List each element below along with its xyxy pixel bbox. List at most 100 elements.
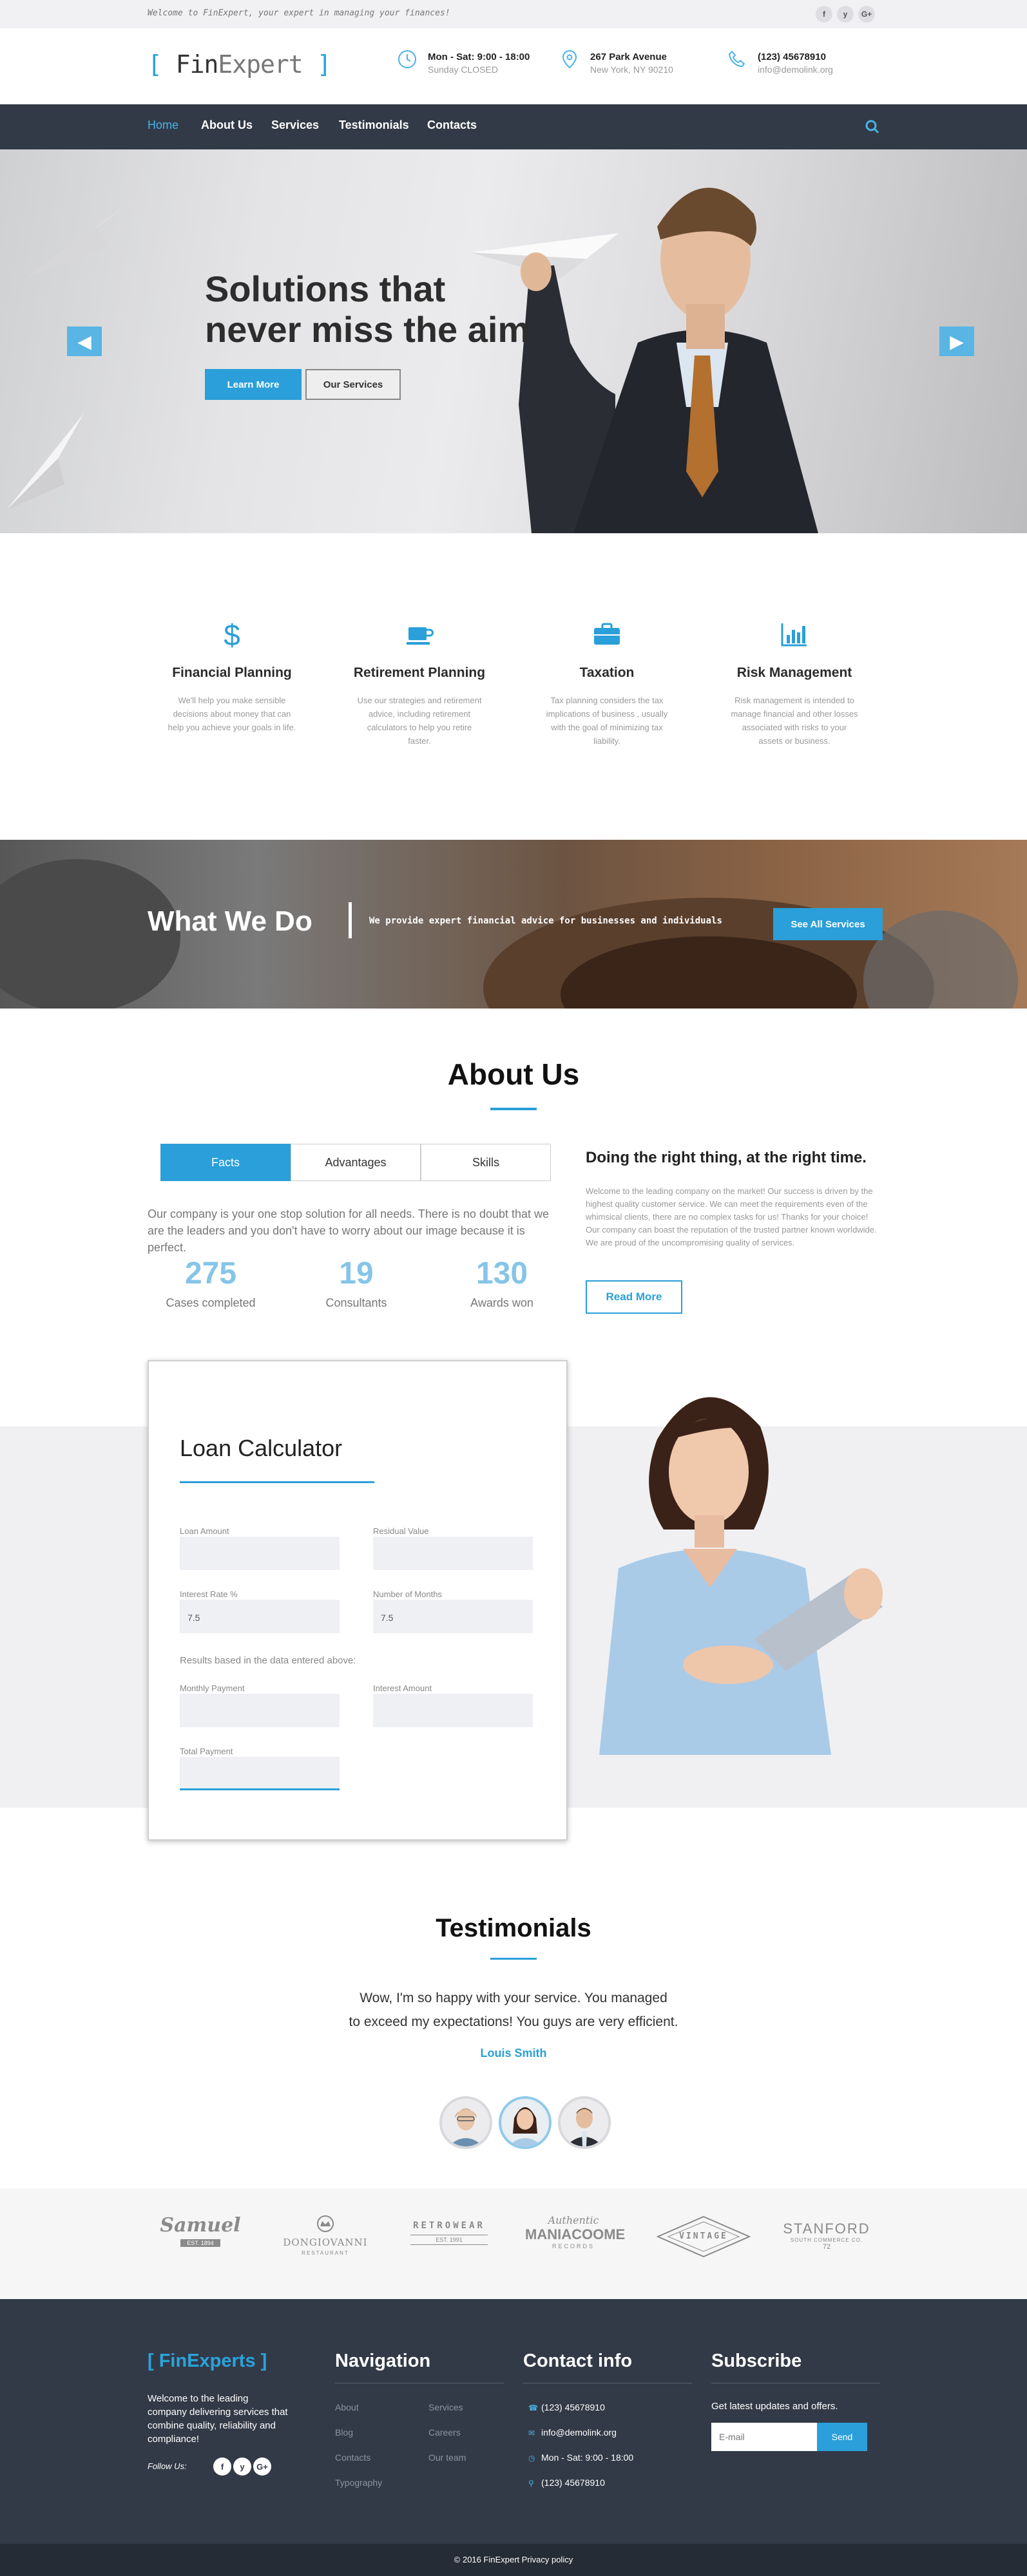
what-we-do-title: What We Do — [148, 905, 312, 937]
slider-next-arrow-icon[interactable]: ▶ — [939, 327, 974, 356]
results-label: Results based in the data entered above: — [180, 1655, 356, 1666]
hours-line2: Sunday CLOSED — [428, 64, 498, 75]
feature-title: Taxation — [579, 665, 635, 680]
footer-phone[interactable]: ☎ (123) 45678910 — [528, 2402, 605, 2412]
feature-taxation: Taxation Tax planning considers the tax … — [517, 618, 697, 748]
logo-bracket-left: [ — [148, 50, 176, 79]
about-title-underline — [490, 1108, 537, 1110]
brand-logo-samuel[interactable]: Samuel EST. 1894 — [158, 2214, 242, 2272]
footer-link-typography[interactable]: Typography — [335, 2477, 382, 2488]
footer-link-our-team[interactable]: Our team — [428, 2452, 466, 2463]
coffee-cup-icon — [407, 627, 434, 645]
logo[interactable]: [ FinExpert ] — [148, 50, 331, 79]
contact-email[interactable]: info@demolink.org — [758, 64, 833, 75]
email-input[interactable] — [711, 2423, 817, 2451]
avatar[interactable] — [439, 2096, 492, 2149]
stat-label: Consultants — [325, 1296, 387, 1309]
tab-facts[interactable]: Facts — [160, 1144, 291, 1181]
stat-label: Awards won — [470, 1296, 533, 1309]
brand-logo-retrowear[interactable]: RETROWEAR EST. 1991 — [401, 2214, 497, 2272]
crown-icon — [317, 2215, 334, 2232]
brand-name: Samuel — [160, 2214, 241, 2237]
logo-fin: Fin — [175, 50, 219, 79]
loan-amount-input[interactable] — [180, 1537, 340, 1570]
google-plus-icon[interactable]: G+ — [253, 2458, 271, 2476]
twitter-icon[interactable]: y — [837, 6, 854, 23]
feature-text: Risk management is intended to manage fi… — [731, 696, 858, 746]
brand-name: STANFORD — [783, 2221, 870, 2237]
residual-value-label: Residual Value — [373, 1526, 429, 1536]
read-more-button[interactable]: Read More — [586, 1280, 682, 1314]
testimonial-quote-line2: to exceed my expectations! You guys are … — [349, 2014, 678, 2029]
interest-amount-label: Interest Amount — [373, 1683, 432, 1693]
tab-skills[interactable]: Skills — [421, 1144, 551, 1181]
map-pin-icon — [562, 50, 577, 69]
testimonial-quote-line1: Wow, I'm so happy with your service. You… — [360, 1991, 667, 2005]
address-line1: 267 Park Avenue — [590, 52, 667, 62]
subscribe-title: Subscribe — [711, 2351, 802, 2371]
feature-title: Risk Management — [736, 665, 852, 680]
contact-phone[interactable]: (123) 45678910 — [758, 52, 826, 62]
brand-top: Authentic — [548, 2214, 599, 2226]
months-input[interactable]: 7.5 — [373, 1600, 533, 1633]
residual-value-input[interactable] — [373, 1537, 533, 1570]
google-plus-icon[interactable]: G+ — [858, 6, 875, 23]
feature-risk-management: Risk Management Risk management is inten… — [704, 618, 885, 748]
footer-logo[interactable]: [ FinExperts ] — [148, 2351, 267, 2372]
clock-icon: ◷ — [528, 2454, 535, 2463]
briefcase-icon — [594, 623, 620, 645]
avatar[interactable] — [499, 2096, 552, 2149]
nav-services[interactable]: Services — [271, 118, 319, 132]
footer-link-careers[interactable]: Careers — [428, 2427, 461, 2438]
facebook-icon[interactable]: f — [213, 2458, 231, 2476]
footer-email[interactable]: ✉ info@demolink.org — [528, 2427, 617, 2438]
nav-home[interactable]: Home — [148, 118, 178, 132]
testimonials-title-underline — [490, 1958, 537, 1960]
footer-location[interactable]: ⚲ (123) 45678910 — [528, 2477, 605, 2488]
see-all-services-button[interactable]: See All Services — [773, 908, 883, 940]
footer-link-contacts[interactable]: Contacts — [335, 2452, 370, 2463]
send-button[interactable]: Send — [817, 2423, 867, 2451]
stat-value: 130 — [475, 1256, 528, 1291]
avatar[interactable] — [558, 2096, 611, 2149]
nav-contacts[interactable]: Contacts — [427, 118, 477, 132]
footer-about-text: Welcome to the leading company deliverin… — [148, 2393, 288, 2445]
paper-plane-image — [26, 194, 142, 278]
tab-advantages[interactable]: Advantages — [291, 1144, 421, 1181]
header: [ FinExpert ] Mon - Sat: 9:00 - 18:00 Su… — [0, 28, 1027, 104]
brand-logo-vintage[interactable]: VINTAGE — [652, 2214, 755, 2272]
feature-text: We'll help you make sensible decisions a… — [168, 696, 296, 732]
logo-bracket-right: ] — [302, 50, 332, 79]
hero-title: Solutions that never miss the aim — [205, 269, 566, 350]
brand-logo-stanford[interactable]: STANFORD SOUTH COMMERCE CO. 72 — [778, 2214, 875, 2272]
footer-location-text: (123) 45678910 — [541, 2477, 605, 2488]
footer-email-text: info@demolink.org — [541, 2427, 617, 2438]
facebook-icon[interactable]: f — [816, 6, 832, 23]
mail-icon: ✉ — [528, 2429, 535, 2438]
brand-name: MANIACOOME — [525, 2226, 626, 2242]
footer-link-blog[interactable]: Blog — [335, 2427, 353, 2438]
loan-amount-label: Loan Amount — [180, 1526, 229, 1536]
our-services-button[interactable]: Our Services — [305, 369, 401, 400]
about-title: About Us — [447, 1057, 580, 1091]
twitter-icon[interactable]: y — [233, 2458, 251, 2476]
stat-cases: 275 Cases completed — [146, 1256, 275, 1310]
loan-calculator: Loan Calculator Loan Amount Residual Val… — [148, 1360, 568, 1841]
footer-link-about[interactable]: About — [335, 2402, 359, 2412]
interest-rate-label: Interest Rate % — [180, 1589, 238, 1599]
nav-testimonials[interactable]: Testimonials — [339, 118, 409, 132]
brand-logo-dongiovanni[interactable]: DONGIOVANNI RESTAURANT — [277, 2214, 374, 2272]
interest-rate-input[interactable]: 7.5 — [180, 1600, 340, 1633]
brand-name: DONGIOVANNI — [283, 2237, 368, 2248]
brand-logo-maniacoome[interactable]: Authentic MANIACOOME RECORDS — [525, 2214, 626, 2272]
search-icon[interactable] — [865, 119, 880, 135]
what-we-do-banner: What We Do We provide expert financial a… — [0, 840, 1027, 1009]
nav-about-us[interactable]: About Us — [201, 118, 253, 132]
footer-link-services[interactable]: Services — [428, 2402, 463, 2412]
stat-value: 19 — [339, 1256, 374, 1291]
learn-more-button[interactable]: Learn More — [205, 369, 302, 400]
copyright-text[interactable]: © 2016 FinExpert Privacy policy — [0, 2555, 1027, 2564]
footer: [ FinExperts ] Welcome to the leading co… — [0, 2299, 1027, 2544]
slider-prev-arrow-icon[interactable]: ◀ — [67, 327, 102, 356]
map-pin-icon: ⚲ — [528, 2479, 534, 2488]
